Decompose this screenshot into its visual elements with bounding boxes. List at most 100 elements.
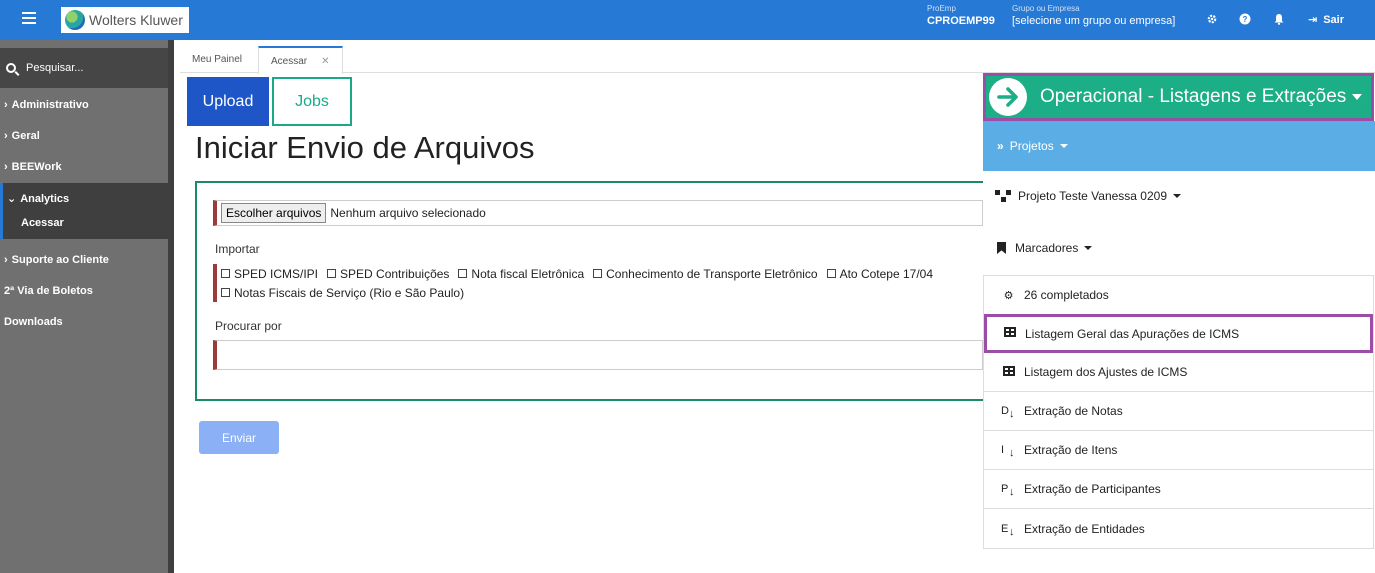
checkbox-nota-fiscal[interactable]: Nota fiscal Eletrônica: [458, 264, 584, 283]
list-item-label: Extração de Itens: [1024, 443, 1118, 457]
sidebar: Pesquisar... › Administrativo › Geral › BEE…: [0, 40, 174, 573]
chevron-right-icon: ›: [4, 99, 8, 111]
table-icon: [1002, 327, 1017, 340]
sidebar-subitem-acessar[interactable]: Acessar: [3, 211, 168, 239]
importar-label: Importar: [215, 242, 260, 256]
projeto-dropdown[interactable]: Projeto Teste Vanessa 0209: [983, 171, 1375, 221]
checkbox-sped-contribuicoes[interactable]: SPED Contribuições: [327, 264, 449, 283]
list-item-extracao-participantes[interactable]: P ↓ Extração de Participantes: [984, 470, 1373, 509]
list-item-extracao-entidades[interactable]: E ↓ Extração de Entidades: [984, 509, 1373, 548]
tab-label: Acessar: [271, 56, 308, 67]
file-input[interactable]: Escolher arquivos Nenhum arquivo selecio…: [213, 200, 983, 226]
sidebar-item-analytics[interactable]: ⌄ Analytics: [3, 183, 168, 211]
projeto-label: Projeto Teste Vanessa 0209: [1018, 189, 1167, 203]
tab-label: Meu Painel: [192, 54, 243, 65]
gear-icon: ⚙: [1003, 289, 1014, 302]
search-placeholder: Pesquisar...: [26, 62, 84, 74]
table-icon: [1001, 365, 1016, 379]
checkbox-label: Notas Fiscais de Serviço (Rio e São Paul…: [234, 285, 465, 300]
help-icon[interactable]: ?: [1238, 13, 1252, 27]
sidebar-item-administrativo[interactable]: › Administrativo: [0, 90, 168, 121]
tab-acessar[interactable]: Acessar ✕: [258, 46, 343, 74]
list-item-label: Extração de Entidades: [1024, 521, 1145, 536]
marcadores-label: Marcadores: [1015, 241, 1079, 255]
sidebar-search[interactable]: Pesquisar...: [0, 48, 168, 88]
checkbox-box[interactable]: [221, 269, 230, 278]
page-title: Iniciar Envio de Arquivos: [195, 130, 535, 165]
menu-icon[interactable]: [22, 12, 36, 26]
sidebar-item-label: Suporte ao Cliente: [11, 254, 109, 266]
chevron-right-icon: ›: [4, 130, 8, 142]
operacional-panel: Operacional - Listagens e Extrações » Pr…: [983, 73, 1375, 549]
sidebar-item-beework[interactable]: › BEEWork: [0, 152, 168, 183]
tab-bar: Meu Painel Acessar ✕: [180, 46, 1375, 74]
gear-icon[interactable]: [1205, 13, 1219, 27]
grupo-value: [selecione um grupo ou empresa]: [1012, 15, 1176, 27]
chevron-right-icon: ›: [4, 161, 8, 173]
checkbox-label: SPED ICMS/IPI: [234, 266, 319, 281]
list-item-extracao-notas[interactable]: D ↓ Extração de Notas: [984, 392, 1373, 431]
brand-logo[interactable]: Wolters Kluwer: [61, 7, 189, 33]
search-icon: [6, 63, 16, 73]
jobs-button[interactable]: Jobs: [272, 77, 352, 126]
checkbox-cte[interactable]: Conhecimento de Transporte Eletrônico: [593, 264, 818, 283]
bell-icon[interactable]: [1272, 13, 1286, 27]
tab-meu-painel[interactable]: Meu Painel: [180, 46, 254, 73]
list-item-label: Listagem dos Ajustes de ICMS: [1024, 365, 1188, 379]
checkbox-nfs[interactable]: Notas Fiscais de Serviço (Rio e São Paul…: [221, 283, 464, 302]
logout-button[interactable]: ⇥ Sair: [1308, 13, 1344, 26]
checkbox-box[interactable]: [221, 288, 230, 297]
checkbox-box[interactable]: [458, 269, 468, 278]
caret-down-icon: [1352, 94, 1363, 100]
operacional-dropdown[interactable]: Operacional - Listagens e Extrações: [983, 73, 1374, 121]
caret-down-icon: [1059, 144, 1068, 148]
checkbox-box[interactable]: [826, 269, 836, 278]
checkbox-ato-cotepe[interactable]: Ato Cotepe 17/04: [826, 264, 933, 283]
grupo-label: Grupo ou Empresa: [1012, 4, 1080, 13]
procurar-input[interactable]: [213, 340, 983, 370]
enviar-button[interactable]: Enviar: [199, 421, 279, 454]
list-item-label: Listagem Geral das Apurações de ICMS: [1025, 326, 1240, 341]
brand-name: Wolters Kluwer: [89, 12, 183, 28]
checkbox-label: SPED Contribuições: [340, 266, 450, 281]
arrow-right-icon: [989, 78, 1027, 116]
file-status: Nenhum arquivo selecionado: [330, 206, 486, 220]
sidebar-item-label: Downloads: [4, 316, 63, 328]
checkbox-box[interactable]: [327, 269, 337, 278]
extraction-list: ⚙ 26 completados Listagem Geral das Apura…: [983, 275, 1374, 549]
sidebar-item-boletos[interactable]: 2ª Via de Boletos: [0, 276, 168, 307]
projetos-dropdown[interactable]: » Projetos: [983, 121, 1375, 171]
marcadores-dropdown[interactable]: Marcadores: [983, 223, 1375, 273]
sidebar-item-suporte[interactable]: › Suporte ao Cliente: [0, 245, 168, 276]
list-item-extracao-itens[interactable]: I ↓ Extração de Itens: [984, 431, 1373, 470]
caret-down-icon: [1173, 194, 1181, 198]
list-item-label: Extração de Notas: [1024, 404, 1123, 418]
letter-download-icon: E ↓: [1001, 522, 1015, 538]
proemp-label: ProEmp: [927, 4, 956, 13]
sidebar-item-downloads[interactable]: Downloads: [0, 307, 168, 338]
sidebar-item-geral[interactable]: › Geral: [0, 121, 168, 152]
checkbox-label: Conhecimento de Transporte Eletrônico: [606, 266, 818, 281]
svg-text:?: ?: [1243, 15, 1248, 24]
grupo-context[interactable]: Grupo ou Empresa [selecione um grupo ou …: [1012, 4, 1175, 27]
letter-download-icon: P ↓: [1001, 483, 1015, 498]
proemp-value: CPROEMP99: [927, 15, 995, 27]
checkbox-label: Ato Cotepe 17/04: [839, 266, 933, 281]
upload-button[interactable]: Upload: [187, 77, 269, 126]
operacional-title: Operacional - Listagens e Extrações: [1040, 86, 1347, 107]
checkbox-sped-icms-ipi[interactable]: SPED ICMS/IPI: [221, 264, 318, 283]
logout-icon: ⇥: [1308, 14, 1318, 26]
list-item-ajustes-icms[interactable]: Listagem dos Ajustes de ICMS: [984, 353, 1373, 392]
checkbox-label: Nota fiscal Eletrônica: [471, 266, 585, 281]
proemp-context[interactable]: ProEmp CPROEMP99: [927, 4, 995, 27]
upload-form: Escolher arquivos Nenhum arquivo selecio…: [195, 181, 995, 401]
letter-download-icon: I ↓: [1001, 444, 1015, 459]
close-icon[interactable]: ✕: [321, 56, 329, 67]
sidebar-group-analytics: ⌄ Analytics Acessar: [0, 183, 168, 239]
chevron-right-icon: ›: [4, 254, 8, 266]
sidebar-item-label: BEEWork: [11, 161, 62, 173]
choose-files-button[interactable]: Escolher arquivos: [221, 203, 327, 223]
list-item-completados[interactable]: ⚙ 26 completados: [984, 276, 1373, 315]
checkbox-box[interactable]: [593, 269, 603, 278]
list-item-listagem-geral-icms[interactable]: Listagem Geral das Apurações de ICMS: [984, 314, 1373, 353]
